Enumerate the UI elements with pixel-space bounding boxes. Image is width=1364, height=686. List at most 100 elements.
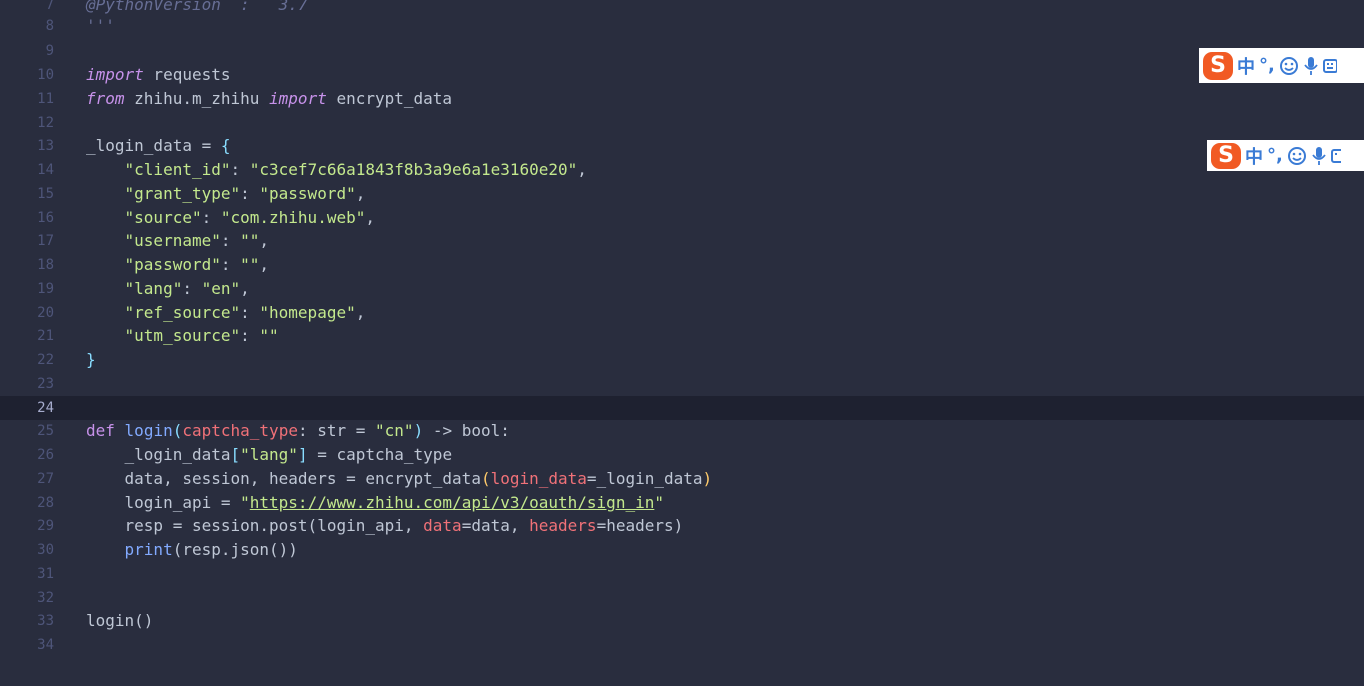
- call-expression: data, session, headers = encrypt_data: [124, 469, 481, 488]
- colon: :: [500, 421, 510, 440]
- code-line[interactable]: 9: [0, 39, 1364, 63]
- dict-key: "password": [124, 255, 221, 274]
- code-line[interactable]: 21 "utm_source": "": [0, 324, 1364, 348]
- line-number: 33: [37, 613, 54, 629]
- line-number: 24: [37, 400, 54, 416]
- code-line[interactable]: 26 _login_data["lang"] = captcha_type: [0, 443, 1364, 467]
- emoji-icon[interactable]: [1287, 146, 1307, 166]
- code-line[interactable]: 22 }: [0, 348, 1364, 372]
- call-args: (resp.json()): [172, 540, 298, 559]
- code-line[interactable]: 27 data, session, headers = encrypt_data…: [0, 467, 1364, 491]
- code-line[interactable]: 25 def login(captcha_type: str = "cn") -…: [0, 419, 1364, 443]
- comma: ,: [355, 184, 366, 203]
- code-line[interactable]: 20 "ref_source": "homepage",: [0, 301, 1364, 325]
- dict-key: "ref_source": [124, 303, 241, 322]
- punctuation-toggle[interactable]: °,: [1259, 55, 1275, 76]
- dict-key: "grant_type": [124, 184, 241, 203]
- language-toggle[interactable]: 中: [1245, 143, 1263, 169]
- emoji-icon[interactable]: [1279, 56, 1299, 76]
- dict-key: "lang": [124, 279, 183, 298]
- line-number: 34: [37, 637, 54, 653]
- code-line[interactable]: 33 login(): [0, 609, 1364, 633]
- code-line[interactable]: 23: [0, 372, 1364, 396]
- code-line[interactable]: 18 "password": "",: [0, 253, 1364, 277]
- line-number: 18: [37, 257, 54, 273]
- code-line[interactable]: 31: [0, 562, 1364, 586]
- def-keyword: def: [86, 421, 115, 440]
- assignment: login_api =: [124, 493, 241, 512]
- code-line[interactable]: 30 print(resp.json()): [0, 538, 1364, 562]
- return-type: bool: [461, 421, 501, 440]
- dict-value: "": [259, 326, 279, 345]
- microphone-icon[interactable]: [1311, 146, 1327, 166]
- code-line[interactable]: 29 resp = session.post(login_api, data=d…: [0, 514, 1364, 538]
- type-annotation: str: [317, 421, 347, 440]
- sogou-logo-icon[interactable]: S: [1203, 51, 1233, 80]
- variable-assign: _login_data =: [86, 136, 221, 155]
- code-line[interactable]: 8 ''': [0, 14, 1364, 38]
- code-line[interactable]: 32: [0, 586, 1364, 610]
- ime-toolbar[interactable]: S 中 °,: [1207, 140, 1364, 171]
- ime-toolbar[interactable]: S 中 °,: [1199, 48, 1364, 83]
- keyword-arg: headers: [529, 516, 597, 535]
- paren-close: ): [413, 421, 424, 440]
- current-line-highlight[interactable]: 24: [0, 396, 1364, 420]
- microphone-icon[interactable]: [1303, 56, 1319, 76]
- dict-value: "": [240, 231, 260, 250]
- module-path: zhihu.m_zhihu: [124, 89, 270, 108]
- function-call: login(): [86, 611, 154, 630]
- line-number: 30: [37, 542, 54, 558]
- keyboard-icon[interactable]: [1330, 146, 1341, 166]
- arg-value: =data,: [461, 516, 530, 535]
- code-editor[interactable]: 7 @PythonVersion : 3.7 8 ''' 9 10 import…: [0, 0, 1364, 686]
- code-line[interactable]: 13 _login_data = {: [0, 134, 1364, 158]
- code-line[interactable]: 34: [0, 633, 1364, 657]
- line-number: 17: [37, 233, 54, 249]
- sogou-logo-icon[interactable]: S: [1211, 142, 1241, 169]
- line-number: 11: [37, 91, 54, 107]
- line-number: 22: [37, 352, 54, 368]
- arg-value: =_login_data: [586, 469, 703, 488]
- equals: =: [346, 421, 376, 440]
- arg-value: =headers): [596, 516, 684, 535]
- default-value: "cn": [375, 421, 414, 440]
- dict-key: "username": [124, 231, 221, 250]
- comma: ,: [365, 208, 375, 227]
- line-number: 23: [37, 376, 54, 392]
- quote: ": [240, 493, 250, 512]
- line-number: 29: [37, 518, 54, 534]
- assignment: = captcha_type: [307, 445, 453, 464]
- code-line[interactable]: 12: [0, 111, 1364, 135]
- comma: ,: [259, 231, 270, 250]
- line-number: 20: [37, 305, 54, 321]
- dict-value: "": [240, 255, 260, 274]
- keyboard-icon[interactable]: [1322, 56, 1337, 76]
- code-line[interactable]: 10 import requests: [0, 63, 1364, 87]
- comma: ,: [240, 279, 250, 298]
- line-number: 28: [37, 495, 54, 511]
- module-name: requests: [143, 65, 231, 84]
- code-line[interactable]: 19 "lang": "en",: [0, 277, 1364, 301]
- dict-key: "source": [124, 208, 202, 227]
- punctuation-toggle[interactable]: °,: [1267, 145, 1283, 166]
- call-expression: resp = session.post(login_api,: [124, 516, 424, 535]
- dict-value: "c3cef7c66a1843f8b3a9e6a1e3160e20": [249, 160, 578, 179]
- line-number: 21: [37, 328, 54, 344]
- dict-key: "client_id": [124, 160, 231, 179]
- import-keyword: import: [86, 65, 144, 84]
- code-line[interactable]: 11 from zhihu.m_zhihu import encrypt_dat…: [0, 87, 1364, 111]
- dict-value: "com.zhihu.web": [220, 208, 366, 227]
- variable: _login_data: [124, 445, 231, 464]
- code-line[interactable]: 15 "grant_type": "password",: [0, 182, 1364, 206]
- language-toggle[interactable]: 中: [1237, 53, 1255, 79]
- comma: ,: [259, 255, 270, 274]
- url-link[interactable]: https://www.zhihu.com/api/v3/oauth/sign_…: [250, 493, 655, 512]
- line-number: 9: [45, 43, 54, 59]
- code-line[interactable]: 17 "username": "",: [0, 229, 1364, 253]
- code-line[interactable]: 16 "source": "com.zhihu.web",: [0, 206, 1364, 230]
- line-number: 32: [37, 590, 54, 606]
- arrow: ->: [423, 421, 462, 440]
- code-line[interactable]: 14 "client_id": "c3cef7c66a1843f8b3a9e6a…: [0, 158, 1364, 182]
- code-line[interactable]: 28 login_api = "https://www.zhihu.com/ap…: [0, 491, 1364, 515]
- keyword-arg: login_data: [490, 469, 587, 488]
